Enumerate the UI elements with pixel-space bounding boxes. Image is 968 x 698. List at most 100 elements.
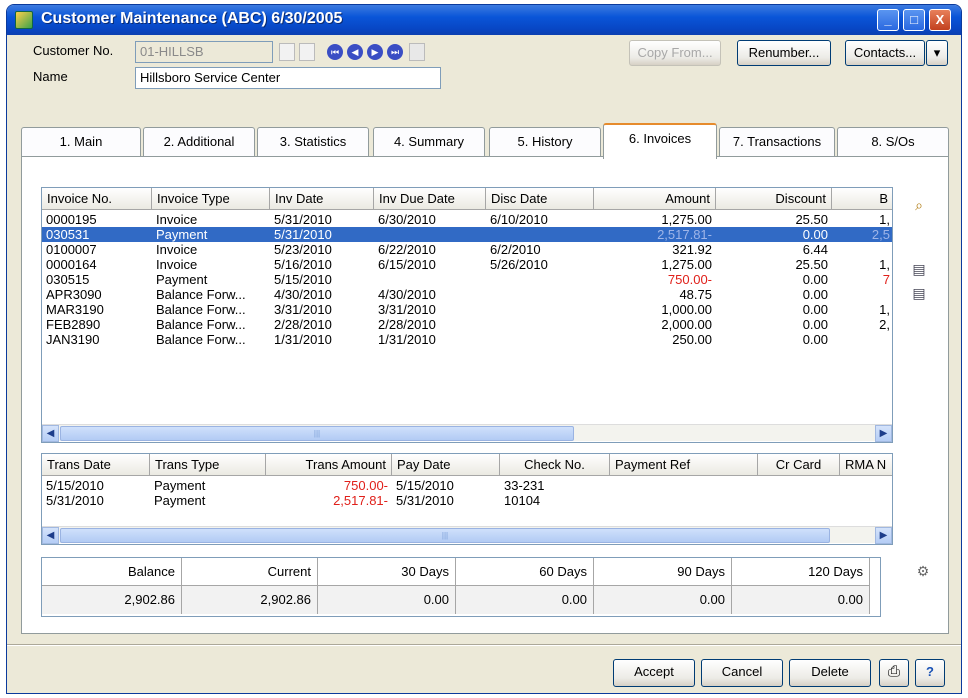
- customer-name-field[interactable]: Hillsboro Service Center: [135, 67, 441, 89]
- col-amount[interactable]: Amount: [594, 188, 716, 210]
- app-icon: [15, 11, 33, 29]
- invoice-row[interactable]: MAR3190 Balance Forw... 3/31/2010 3/31/2010…: [42, 302, 892, 317]
- transaction-row[interactable]: 5/15/2010 Payment 750.00- 5/15/2010 33-231: [42, 478, 892, 493]
- tab-transactions[interactable]: 7. Transactions: [719, 127, 835, 157]
- aging-60-label: 60 Days: [456, 558, 594, 586]
- col-discount[interactable]: Discount: [716, 188, 832, 210]
- tab-invoices[interactable]: 6. Invoices: [603, 123, 717, 159]
- col-trans-type[interactable]: Trans Type: [150, 454, 266, 476]
- invoice-cell-b: 2,5: [871, 227, 890, 242]
- invoice-cell-amount: 1,275.00: [661, 212, 712, 227]
- footer-divider: [7, 645, 961, 646]
- invoice-cell-type: Payment: [156, 272, 208, 287]
- transaction-cell-type: Payment: [154, 478, 206, 493]
- col-trans-amount[interactable]: Trans Amount: [266, 454, 392, 476]
- col-payment-ref[interactable]: Payment Ref: [610, 454, 758, 476]
- print-document-icon[interactable]: ▤: [909, 283, 929, 303]
- invoice-row[interactable]: 030515 Payment 5/15/2010 750.00- 0.00 7: [42, 272, 892, 287]
- invoice-cell-type: Balance Forw...: [156, 302, 246, 317]
- col-rma-no[interactable]: RMA N: [840, 454, 892, 476]
- transactions-h-scrollbar[interactable]: ◀ ||| ▶: [42, 526, 892, 544]
- accept-button[interactable]: Accept: [613, 659, 695, 687]
- renumber-button[interactable]: Renumber...: [737, 40, 831, 66]
- aging-summary: Balance Current 30 Days 60 Days 90 Days …: [41, 557, 881, 617]
- tab-additional[interactable]: 2. Additional: [143, 127, 255, 157]
- aging-current-label: Current: [182, 558, 318, 586]
- invoice-cell-amount: 1,275.00: [661, 257, 712, 272]
- tab-summary[interactable]: 4. Summary: [373, 127, 485, 157]
- printer-icon[interactable]: ⎙: [879, 659, 909, 687]
- invoice-row[interactable]: 0100007 Invoice 5/23/2010 6/22/2010 6/2/2010…: [42, 242, 892, 257]
- invoice-cell-b: 1,: [879, 302, 890, 317]
- customer-no-field[interactable]: 01-HILLSB: [135, 41, 273, 63]
- copy-from-button[interactable]: Copy From...: [629, 40, 721, 66]
- invoices-grid[interactable]: Invoice No. Invoice Type Inv Date Inv Du…: [41, 187, 893, 443]
- invoices-h-scrollbar[interactable]: ◀ ||| ▶: [42, 424, 892, 442]
- help-icon[interactable]: ?: [915, 659, 945, 687]
- transaction-cell-amount: 750.00-: [343, 478, 388, 493]
- invoice-cell-due: 2/28/2010: [378, 317, 436, 332]
- first-record-icon[interactable]: ⏮: [327, 44, 343, 60]
- contacts-button[interactable]: Contacts...: [845, 40, 925, 66]
- next-record-icon[interactable]: ▶: [367, 44, 383, 60]
- invoice-row[interactable]: FEB2890 Balance Forw... 2/28/2010 2/28/2010…: [42, 317, 892, 332]
- col-inv-due-date[interactable]: Inv Due Date: [374, 188, 486, 210]
- invoice-row[interactable]: APR3090 Balance Forw... 4/30/2010 4/30/2010…: [42, 287, 892, 302]
- tab-main[interactable]: 1. Main: [21, 127, 141, 157]
- contacts-dropdown-button[interactable]: ▾: [926, 40, 948, 66]
- invoice-cell-disc-date: 5/26/2010: [490, 257, 548, 272]
- title-bar[interactable]: Customer Maintenance (ABC) 6/30/2005 _ □…: [7, 5, 961, 35]
- window-title: Customer Maintenance (ABC) 6/30/2005: [41, 10, 343, 27]
- invoice-cell-type: Balance Forw...: [156, 332, 246, 347]
- lookup-icon[interactable]: [279, 43, 295, 61]
- invoice-row[interactable]: 030531 Payment 5/31/2010 2,517.81- 0.00 2,5: [42, 227, 892, 242]
- last-record-icon[interactable]: ⏭: [387, 44, 403, 60]
- gear-icon[interactable]: ⚙: [913, 561, 933, 581]
- maximize-button[interactable]: □: [903, 9, 925, 31]
- invoice-cell-due: 4/30/2010: [378, 287, 436, 302]
- minimize-button[interactable]: _: [877, 9, 899, 31]
- tab-history[interactable]: 5. History: [489, 127, 601, 157]
- print-preview-icon[interactable]: ▤: [909, 259, 929, 279]
- transaction-row[interactable]: 5/31/2010 Payment 2,517.81- 5/31/2010 10104: [42, 493, 892, 508]
- tab-statistics[interactable]: 3. Statistics: [257, 127, 369, 157]
- aging-120-value: 0.00: [732, 586, 870, 614]
- col-invoice-no[interactable]: Invoice No.: [42, 188, 152, 210]
- scroll-thumb[interactable]: |||: [60, 426, 574, 441]
- col-inv-date[interactable]: Inv Date: [270, 188, 374, 210]
- invoice-row[interactable]: 0000164 Invoice 5/16/2010 6/15/2010 5/26/201…: [42, 257, 892, 272]
- aging-current-value: 2,902.86: [182, 586, 318, 614]
- scroll-thumb[interactable]: |||: [60, 528, 830, 543]
- scroll-right-icon[interactable]: ▶: [875, 425, 892, 442]
- scroll-left-icon[interactable]: ◀: [42, 425, 59, 442]
- col-disc-date[interactable]: Disc Date: [486, 188, 594, 210]
- binoculars-icon[interactable]: ⌕: [909, 195, 929, 215]
- invoice-cell-disc-date: 6/10/2010: [490, 212, 548, 227]
- customer-no-label: Customer No.: [33, 43, 114, 58]
- delete-button[interactable]: Delete: [789, 659, 871, 687]
- invoice-row[interactable]: JAN3190 Balance Forw... 1/31/2010 1/31/2010…: [42, 332, 892, 347]
- transaction-cell-check: 10104: [504, 493, 541, 508]
- col-trans-date[interactable]: Trans Date: [42, 454, 150, 476]
- col-check-no[interactable]: Check No.: [500, 454, 610, 476]
- invoice-cell-disc-date: [486, 317, 594, 332]
- document-icon[interactable]: [299, 43, 315, 61]
- invoice-cell-date: 5/31/2010: [274, 212, 332, 227]
- transactions-grid[interactable]: Trans Date Trans Type Trans Amount Pay D…: [41, 453, 893, 545]
- invoice-cell-date: 1/31/2010: [274, 332, 332, 347]
- col-balance[interactable]: B: [832, 188, 892, 210]
- close-button[interactable]: X: [929, 9, 951, 31]
- scroll-left-icon[interactable]: ◀: [42, 527, 59, 544]
- memo-icon[interactable]: [409, 43, 425, 61]
- invoice-cell-date: 4/30/2010: [274, 287, 332, 302]
- col-cr-card[interactable]: Cr Card: [758, 454, 840, 476]
- previous-record-icon[interactable]: ◀: [347, 44, 363, 60]
- invoice-cell-discount: 0.00: [802, 272, 828, 287]
- tab-sos[interactable]: 8. S/Os: [837, 127, 949, 157]
- scroll-right-icon[interactable]: ▶: [875, 527, 892, 544]
- aging-balance-label: Balance: [42, 558, 182, 586]
- cancel-button[interactable]: Cancel: [701, 659, 783, 687]
- col-pay-date[interactable]: Pay Date: [392, 454, 500, 476]
- invoice-row[interactable]: 0000195 Invoice 5/31/2010 6/30/2010 6/10/201…: [42, 212, 892, 227]
- col-invoice-type[interactable]: Invoice Type: [152, 188, 270, 210]
